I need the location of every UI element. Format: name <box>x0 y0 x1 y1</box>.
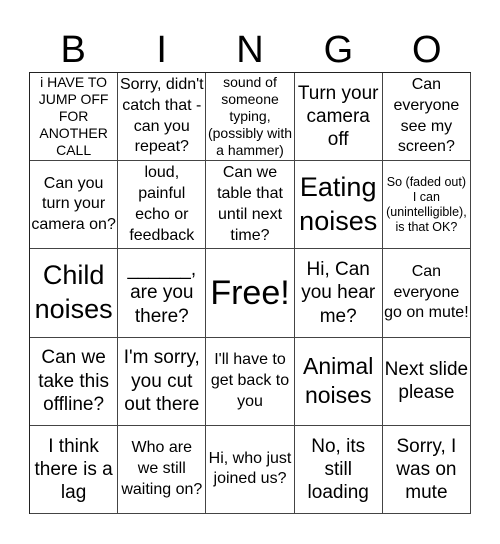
bingo-cell-r2c5[interactable]: So (faded out) I can (unintelligible), i… <box>382 161 471 250</box>
bingo-cell-r3c2[interactable]: ______, are you there? <box>118 249 207 338</box>
bingo-cell-r5c5[interactable]: Sorry, I was on mute <box>382 425 471 514</box>
cell-text: Can everyone go on mute! <box>384 262 469 322</box>
cell-text: I'll have to get back to you <box>210 351 290 410</box>
cell-text: Can we take this offline? <box>38 347 109 415</box>
bingo-cell-r4c3[interactable]: I'll have to get back to you <box>206 337 295 426</box>
bingo-cell-r3c1[interactable]: Child noises <box>30 249 119 338</box>
cell-text: Free! <box>210 273 290 312</box>
bingo-board: i HAVE TO JUMP OFF FOR ANOTHER CALL Sorr… <box>29 72 471 514</box>
bingo-cell-r3c5[interactable]: Can everyone go on mute! <box>382 249 471 338</box>
bingo-cell-r1c2[interactable]: Sorry, didn't catch that - can you repea… <box>118 73 207 162</box>
cell-text: Can everyone see my screen? <box>393 76 460 156</box>
bingo-cell-r2c2[interactable]: loud, painful echo or feedback <box>118 161 207 250</box>
cell-text: loud, painful echo or feedback <box>129 164 195 244</box>
cell-text: Animal noises <box>303 353 374 409</box>
bingo-cell-r3c4[interactable]: Hi, Can you hear me? <box>294 249 383 338</box>
cell-text: I think there is a lag <box>34 435 113 503</box>
cell-text: No, its still loading <box>307 435 369 503</box>
bingo-cell-free[interactable]: Free! <box>206 249 295 338</box>
cell-text: sound of someone typing, (possibly with … <box>207 73 292 159</box>
cell-text: ______, are you there? <box>127 259 197 327</box>
header-letter-n: N <box>236 29 264 71</box>
cell-text: Can we table that until next time? <box>217 164 283 244</box>
bingo-cell-r2c1[interactable]: Can you turn your camera on? <box>30 161 119 250</box>
bingo-cell-r1c5[interactable]: Can everyone see my screen? <box>382 73 471 162</box>
bingo-cell-r1c4[interactable]: Turn your camera off <box>294 73 383 162</box>
header-letter-g: G <box>323 29 354 71</box>
cell-text: Who are we still waiting on? <box>121 439 203 498</box>
bingo-cell-r2c3[interactable]: Can we table that until next time? <box>206 161 295 250</box>
bingo-cell-r5c1[interactable]: I think there is a lag <box>30 425 119 514</box>
bingo-cell-r5c3[interactable]: Hi, who just joined us? <box>206 425 295 514</box>
bingo-header: B I N G O <box>29 24 471 72</box>
bingo-cell-r4c5[interactable]: Next slide please <box>382 337 471 426</box>
cell-text: Eating noises <box>299 172 378 236</box>
header-letter-i: I <box>156 29 167 71</box>
cell-text: Turn your camera off <box>297 82 379 151</box>
cell-text: Child noises <box>34 260 113 324</box>
cell-text: Sorry, I was on mute <box>396 435 457 503</box>
bingo-cell-r4c1[interactable]: Can we take this offline? <box>30 337 119 426</box>
bingo-cell-r1c3[interactable]: sound of someone typing, (possibly with … <box>206 73 295 162</box>
header-letter-b: B <box>60 29 86 71</box>
bingo-cell-r2c4[interactable]: Eating noises <box>294 161 383 250</box>
bingo-cell-r5c2[interactable]: Who are we still waiting on? <box>118 425 207 514</box>
header-letter-o: O <box>412 29 442 71</box>
cell-text: I'm sorry, you cut out there <box>123 347 200 415</box>
cell-text: Sorry, didn't catch that - can you repea… <box>119 76 204 156</box>
cell-text: Hi, who just joined us? <box>208 449 292 488</box>
bingo-cell-r4c2[interactable]: I'm sorry, you cut out there <box>118 337 207 426</box>
bingo-cell-r1c1[interactable]: i HAVE TO JUMP OFF FOR ANOTHER CALL <box>30 73 119 162</box>
cell-text: Next slide please <box>384 359 469 404</box>
bingo-cell-r5c4[interactable]: No, its still loading <box>294 425 383 514</box>
cell-text: So (faded out) I can (unintelligible), i… <box>386 174 467 234</box>
cell-text: Can you turn your camera on? <box>31 174 116 234</box>
cell-text: i HAVE TO JUMP OFF FOR ANOTHER CALL <box>38 73 109 159</box>
bingo-cell-r4c4[interactable]: Animal noises <box>294 337 383 426</box>
cell-text: Hi, Can you hear me? <box>301 259 376 327</box>
